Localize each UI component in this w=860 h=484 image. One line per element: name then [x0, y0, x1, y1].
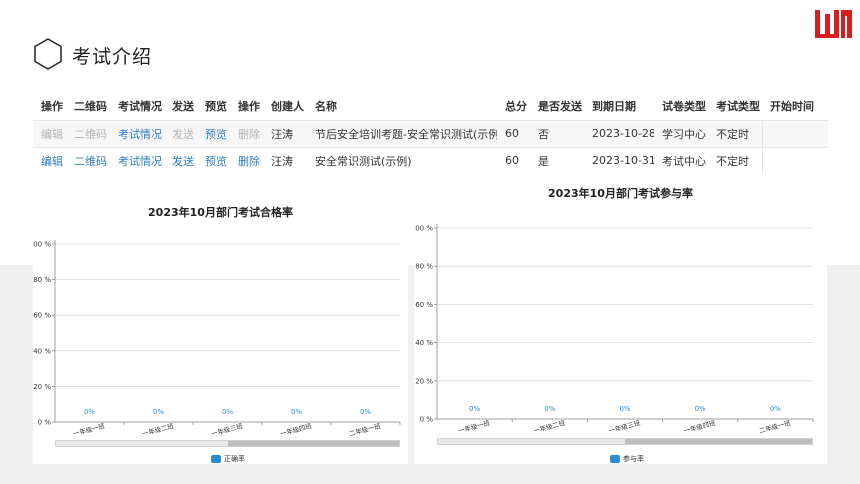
data-label: 0% [619, 405, 630, 413]
delete-link[interactable]: 删除 [230, 119, 263, 147]
chart-legend: 正确率 [211, 454, 245, 464]
category-label: 一年级二班 [141, 421, 175, 438]
data-label: 0% [291, 408, 302, 416]
col-header: 发送 [172, 100, 194, 114]
col-header: 是否发送 [538, 100, 582, 114]
col-header: 二维码 [74, 100, 107, 114]
due-date-cell: 2023-10-28 [584, 119, 654, 147]
hexagon-icon [34, 38, 62, 70]
category-label: 二年级一班 [348, 421, 382, 438]
participation-rate-chart: 2023年10月部门考试参与率 0 %20 %40 %60 %80 %100 %… [414, 182, 827, 464]
due-date-cell: 2023-10-31 [584, 146, 654, 174]
scrollbar-thumb[interactable] [228, 441, 399, 446]
chart-scrollbar[interactable] [55, 440, 400, 447]
legend-swatch [211, 455, 221, 463]
send-link[interactable]: 发送 [164, 146, 197, 174]
col-header: 考试情况 [118, 100, 162, 114]
legend-label: 正确率 [224, 455, 245, 463]
col-header: 考试类型 [716, 100, 760, 114]
creator-cell: 汪涛 [263, 146, 307, 174]
pass-rate-chart-plot: 0 % 20 % 40 % 60 % 80 % 100 % 0% 一年级一班 0% 一年级二班 0%… [33, 240, 401, 438]
table-row: 编辑 二维码 考试情况 发送 预览 删除 汪涛 节后安全培训考题-安全常识测试(… [33, 119, 828, 147]
data-label: 0% [544, 405, 555, 413]
data-label: 0% [695, 405, 706, 413]
preview-link[interactable]: 预览 [197, 146, 230, 174]
data-label: 0% [153, 408, 164, 416]
table-header-row: 操作 二维码 考试情况 发送 预览 操作 创建人 名称 总分 是否发送 到期日期… [33, 93, 828, 120]
col-header: 开始时间 [770, 100, 814, 114]
col-header: 操作 [41, 100, 63, 114]
col-header: 试卷类型 [662, 100, 706, 114]
category-label: 一年级一班 [72, 421, 106, 438]
data-label: 0% [222, 408, 233, 416]
col-header: 总分 [505, 100, 527, 114]
y-tick-label: 20 % [415, 377, 433, 385]
category-label: 一年级三班 [607, 418, 641, 435]
category-label: 一年级四班 [279, 421, 313, 438]
preview-link[interactable]: 预览 [197, 119, 230, 147]
participation-rate-chart-plot: 0 % 20 % 40 % 60 % 80 % 100 % 0% 一年级一班 0% 一年级二班 0%… [414, 224, 814, 435]
start-time-cell [762, 146, 828, 174]
y-tick-label: 100 % [33, 241, 51, 249]
edit-link[interactable]: 编辑 [33, 146, 66, 174]
y-tick-label: 0 % [38, 419, 52, 427]
exam-table: 操作 二维码 考试情况 发送 预览 操作 创建人 名称 总分 是否发送 到期日期… [33, 93, 828, 175]
category-label: 一年级四班 [683, 418, 717, 435]
chart-scrollbar[interactable] [437, 438, 813, 445]
score-cell: 60 [497, 146, 530, 174]
delete-link[interactable]: 删除 [230, 146, 263, 174]
data-label: 0% [770, 405, 781, 413]
category-label: 一年级二班 [532, 418, 566, 435]
chart-legend: 参与率 [610, 454, 644, 464]
y-tick-label: 20 % [33, 383, 51, 391]
edit-link[interactable]: 编辑 [33, 119, 66, 147]
y-tick-label: 40 % [415, 339, 433, 347]
y-tick-label: 80 % [33, 276, 51, 284]
exam-type-cell: 不定时 [708, 119, 763, 147]
data-label: 0% [84, 408, 95, 416]
col-header: 操作 [238, 100, 260, 114]
paper-type-cell: 学习中心 [654, 119, 708, 147]
y-tick-label: 100 % [414, 225, 433, 233]
exam-name-cell: 安全常识测试(示例) [307, 146, 497, 174]
start-time-cell [762, 119, 828, 147]
y-tick-label: 80 % [415, 263, 433, 271]
scrollbar-thumb[interactable] [625, 439, 812, 444]
qrcode-link[interactable]: 二维码 [66, 146, 110, 174]
legend-label: 参与率 [623, 455, 644, 463]
data-label: 0% [360, 408, 371, 416]
y-tick-label: 40 % [33, 347, 51, 355]
exam-name-cell: 节后安全培训考题-安全常识测试(示例) [307, 119, 497, 147]
col-header: 预览 [205, 100, 227, 114]
y-tick-label: 60 % [415, 301, 433, 309]
legend-swatch [610, 455, 620, 463]
creator-cell: 汪涛 [263, 119, 307, 147]
paper-type-cell: 考试中心 [654, 146, 708, 174]
slide-title: 考试介绍 [72, 46, 153, 68]
y-tick-label: 60 % [33, 312, 51, 320]
qrcode-link[interactable]: 二维码 [66, 119, 110, 147]
logo-icon [815, 10, 852, 38]
category-label: 二年级一班 [758, 418, 792, 435]
exam-type-cell: 不定时 [708, 146, 763, 174]
y-tick-label: 0 % [420, 416, 434, 424]
exam-status-link[interactable]: 考试情况 [110, 146, 164, 174]
category-label: 一年级一班 [457, 418, 491, 435]
col-header: 创建人 [271, 100, 304, 114]
score-cell: 60 [497, 119, 530, 147]
data-label: 0% [469, 405, 480, 413]
pass-rate-chart: 2023年10月部门考试合格率 0 %20 %40 %60 %80 %100 %… [33, 182, 408, 464]
col-header: 到期日期 [592, 100, 636, 114]
sent-cell: 否 [530, 119, 584, 147]
table-row: 编辑 二维码 考试情况 发送 预览 删除 汪涛 安全常识测试(示例) 60 是 … [33, 146, 828, 174]
send-link[interactable]: 发送 [164, 119, 197, 147]
sent-cell: 是 [530, 146, 584, 174]
exam-status-link[interactable]: 考试情况 [110, 119, 164, 147]
col-header: 名称 [315, 100, 337, 114]
category-label: 一年级三班 [210, 421, 244, 438]
